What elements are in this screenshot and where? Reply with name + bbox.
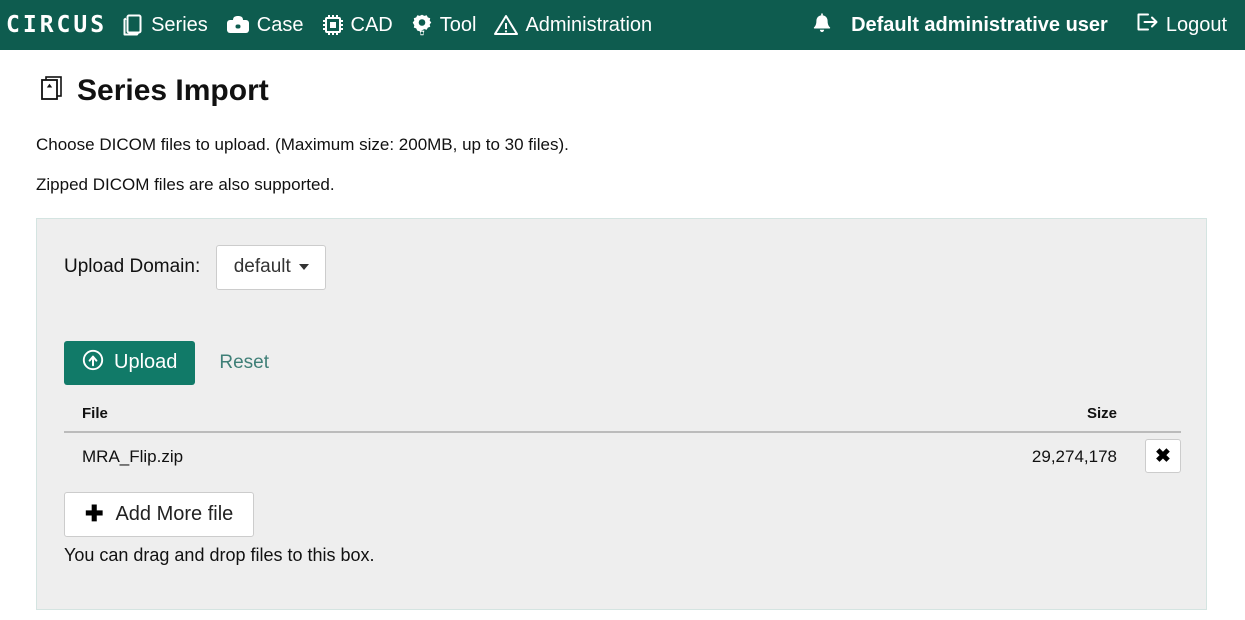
upload-button[interactable]: Upload bbox=[64, 341, 195, 385]
close-x-icon[interactable]: ✖ bbox=[1145, 439, 1181, 473]
page-title: Series Import bbox=[36, 72, 1209, 109]
reset-button[interactable]: Reset bbox=[219, 352, 269, 374]
upload-domain-row: Upload Domain: default bbox=[64, 245, 1179, 290]
file-size-cell: 29,274,178 bbox=[596, 432, 1128, 480]
upload-instructions-line-2: Zipped DICOM files are also supported. bbox=[36, 175, 1209, 195]
nav-item-cad[interactable]: CAD bbox=[321, 13, 393, 37]
import-series-icon bbox=[36, 72, 66, 109]
briefcase-icon bbox=[225, 13, 251, 37]
upload-domain-value: default bbox=[234, 256, 291, 278]
brand-logo[interactable]: CIRCUS bbox=[6, 14, 107, 37]
nav-item-series[interactable]: Series bbox=[121, 13, 208, 37]
table-row: MRA_Flip.zip 29,274,178 ✖ bbox=[64, 432, 1181, 480]
bell-icon[interactable] bbox=[809, 12, 835, 38]
plus-icon: ✚ bbox=[85, 503, 103, 525]
microchip-icon bbox=[321, 13, 345, 37]
nav-item-administration-label: Administration bbox=[525, 15, 652, 35]
add-more-file-label: Add More file bbox=[115, 503, 233, 526]
current-user-label: Default administrative user bbox=[851, 14, 1108, 37]
column-header-size: Size bbox=[596, 405, 1128, 432]
add-more-file-button[interactable]: ✚ Add More file bbox=[64, 492, 254, 537]
upload-circle-arrow-icon bbox=[82, 349, 104, 377]
upload-panel: Upload Domain: default Upload Reset bbox=[36, 218, 1207, 610]
file-delete-cell: ✖ bbox=[1127, 432, 1181, 480]
nav-item-tool-label: Tool bbox=[440, 15, 477, 35]
nav-item-case-label: Case bbox=[257, 15, 304, 35]
logout-button[interactable]: Logout bbox=[1134, 10, 1227, 40]
file-name-cell: MRA_Flip.zip bbox=[64, 432, 596, 480]
warning-triangle-icon bbox=[493, 13, 519, 37]
logout-icon bbox=[1134, 10, 1159, 40]
nav-item-tool[interactable]: Tool bbox=[410, 13, 477, 37]
nav-item-series-label: Series bbox=[151, 15, 208, 35]
upload-domain-label: Upload Domain: bbox=[64, 256, 200, 278]
upload-button-label: Upload bbox=[114, 351, 177, 374]
drag-drop-hint: You can drag and drop files to this box. bbox=[64, 545, 1179, 566]
upload-domain-dropdown[interactable]: default bbox=[216, 245, 326, 290]
logout-label: Logout bbox=[1166, 14, 1227, 37]
nav-item-cad-label: CAD bbox=[351, 15, 393, 35]
nav-item-administration[interactable]: Administration bbox=[493, 13, 652, 37]
navbar-right-group: Default administrative user Logout bbox=[809, 10, 1237, 40]
gear-icon bbox=[410, 13, 434, 37]
page-container: Series Import Choose DICOM files to uplo… bbox=[0, 72, 1245, 610]
series-pages-icon bbox=[121, 13, 145, 37]
column-header-file: File bbox=[64, 405, 596, 432]
column-header-delete bbox=[1127, 405, 1181, 432]
nav-item-case[interactable]: Case bbox=[225, 13, 304, 37]
table-head: File Size bbox=[64, 405, 1181, 432]
top-navigation-bar: CIRCUS Series Case bbox=[0, 0, 1245, 50]
uploaded-files-table: File Size MRA_Flip.zip 29,274,178 ✖ bbox=[64, 405, 1181, 480]
upload-action-row: Upload Reset bbox=[64, 341, 1179, 385]
table-header-row: File Size bbox=[64, 405, 1181, 432]
chevron-down-icon bbox=[299, 264, 309, 270]
page-title-text: Series Import bbox=[77, 74, 269, 107]
upload-instructions-line-1: Choose DICOM files to upload. (Maximum s… bbox=[36, 135, 1209, 155]
table-body: MRA_Flip.zip 29,274,178 ✖ bbox=[64, 432, 1181, 480]
